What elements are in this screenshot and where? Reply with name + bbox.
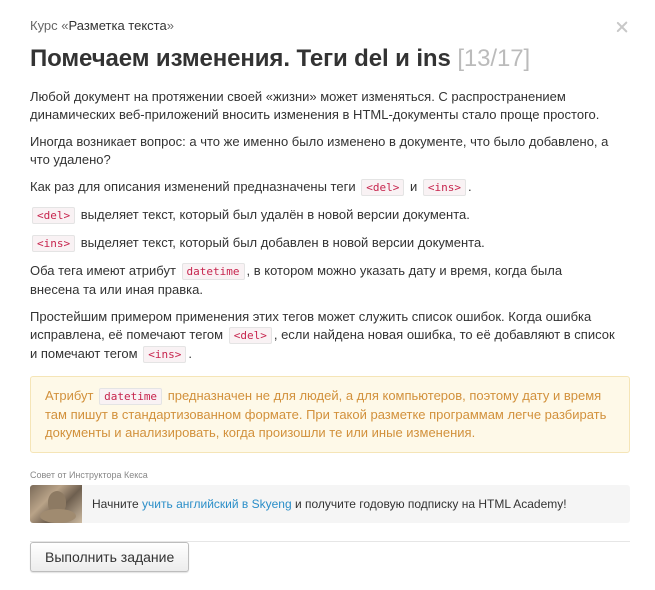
paragraph-3-text-c: . xyxy=(468,179,472,194)
paragraph-3-text-a: Как раз для описания изменений предназна… xyxy=(30,179,356,194)
code-del-tag: <del> xyxy=(32,207,76,224)
page-title-text: Помечаем изменения. Теги del и ins xyxy=(30,45,451,72)
code-ins-tag: <ins> xyxy=(422,179,466,196)
code-del-tag: <del> xyxy=(361,179,405,196)
paragraph-1: Любой документ на протяжении своей «жизн… xyxy=(30,89,600,122)
breadcrumb-suffix: » xyxy=(166,18,174,33)
page-title: Помечаем изменения. Теги del и ins [13/1… xyxy=(30,44,630,74)
task-modal: Курс «Разметка текста» Помечаем изменени… xyxy=(0,0,655,590)
breadcrumb-prefix: Курс « xyxy=(30,18,69,33)
code-del-tag: <del> xyxy=(228,327,272,344)
paragraph-6-text-a: Оба тега имеют атрибут xyxy=(30,263,176,278)
breadcrumb: Курс «Разметка текста» xyxy=(30,18,630,34)
paragraph-2: Иногда возникает вопрос: а что же именно… xyxy=(30,134,609,167)
paragraph-4-text: выделяет текст, который был удалён в нов… xyxy=(80,207,470,222)
task-counter: [13/17] xyxy=(457,45,531,72)
info-note: Атрибут datetime предназначен не для люд… xyxy=(30,376,630,453)
paragraph-3-text-b: и xyxy=(409,179,418,194)
close-icon[interactable] xyxy=(615,20,629,34)
paragraph-7-text-c: . xyxy=(188,346,192,361)
paragraph-7: Простейшим примером применения этих тего… xyxy=(30,308,615,364)
paragraph-4: <del> выделяет текст, который был удалён… xyxy=(30,206,615,225)
do-task-button[interactable]: Выполнить задание xyxy=(30,542,190,572)
code-ins-tag: <ins> xyxy=(32,235,76,252)
promo-banner: Начните учить английский в Skyeng и полу… xyxy=(30,485,630,523)
paragraph-5-text: выделяет текст, который был добавлен в н… xyxy=(80,235,485,250)
breadcrumb-course-link[interactable]: Разметка текста xyxy=(69,18,167,33)
promo-text-b: и получите годовую подписку на HTML Acad… xyxy=(294,497,567,511)
code-ins-tag: <ins> xyxy=(143,346,187,363)
cat-avatar-image xyxy=(30,485,82,523)
note-text-a: Атрибут xyxy=(45,388,94,403)
promo-link[interactable]: учить английский в Skyeng xyxy=(142,497,292,511)
theory-content: Любой документ на протяжении своей «жизн… xyxy=(30,88,630,364)
promo-text: Начните учить английский в Skyeng и полу… xyxy=(92,497,567,511)
paragraph-6: Оба тега имеют атрибут datetime, в котор… xyxy=(30,262,615,299)
paragraph-5: <ins> выделяет текст, который был добавл… xyxy=(30,234,615,253)
paragraph-3: Как раз для описания изменений предназна… xyxy=(30,178,615,197)
tip-label: Совет от Инструктора Кекса xyxy=(30,470,148,480)
code-datetime-attr: datetime xyxy=(99,388,163,405)
code-datetime-attr: datetime xyxy=(181,263,245,280)
promo-text-a: Начните xyxy=(92,497,139,511)
